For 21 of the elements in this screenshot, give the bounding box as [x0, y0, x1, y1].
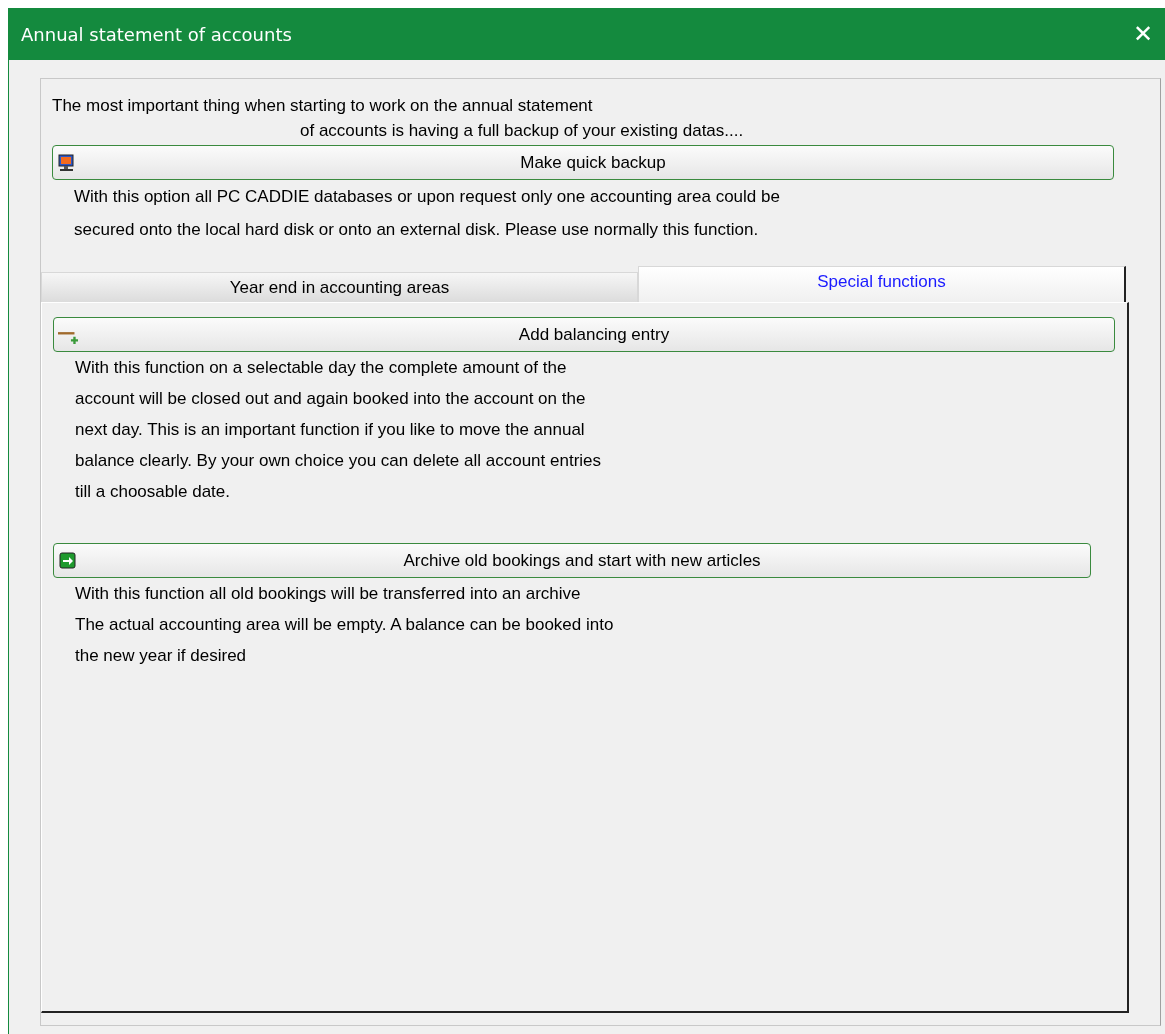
intro-text: The most important thing when starting to work on the annual statement	[52, 95, 594, 117]
computer-icon	[57, 152, 77, 173]
description-text: next day. This is an important function if you like to move the annual	[75, 419, 586, 441]
minus-plus-icon	[58, 331, 78, 344]
tab[interactable]: Year end in accounting areas	[41, 272, 638, 302]
description-text: With this function on a selectable day the complete amount of the	[75, 357, 568, 379]
description-text: With this option all PC CADDIE databases or upon request only one accounting area could be	[74, 186, 781, 208]
description-text: The actual accounting area will be empty. A balance can be booked into	[75, 614, 615, 636]
description-text: secured onto the local hard disk or onto an external disk. Please use normally this function.	[74, 219, 760, 241]
action-button[interactable]: Add balancing entry	[53, 317, 1115, 352]
description-text: balance clearly. By your own choice you can delete all account entries	[75, 450, 603, 472]
action-button[interactable]: Archive old bookings and start with new articles	[53, 543, 1091, 578]
tab[interactable]: Special functions	[638, 266, 1126, 302]
backup-button[interactable]: Make quick backup	[52, 145, 1114, 180]
description-text: With this function all old bookings will be transferred into an archive	[75, 583, 582, 605]
description-text: till a choosable date.	[75, 481, 231, 503]
intro-text: of accounts is having a full backup of your existing datas....	[299, 120, 745, 142]
description-text: the new year if desired	[75, 645, 248, 667]
close-button[interactable]: ✕	[1121, 20, 1165, 48]
window-title: Annual statement of accounts	[21, 23, 292, 45]
description-text: account will be closed out and again booked into the account on the	[75, 388, 587, 410]
